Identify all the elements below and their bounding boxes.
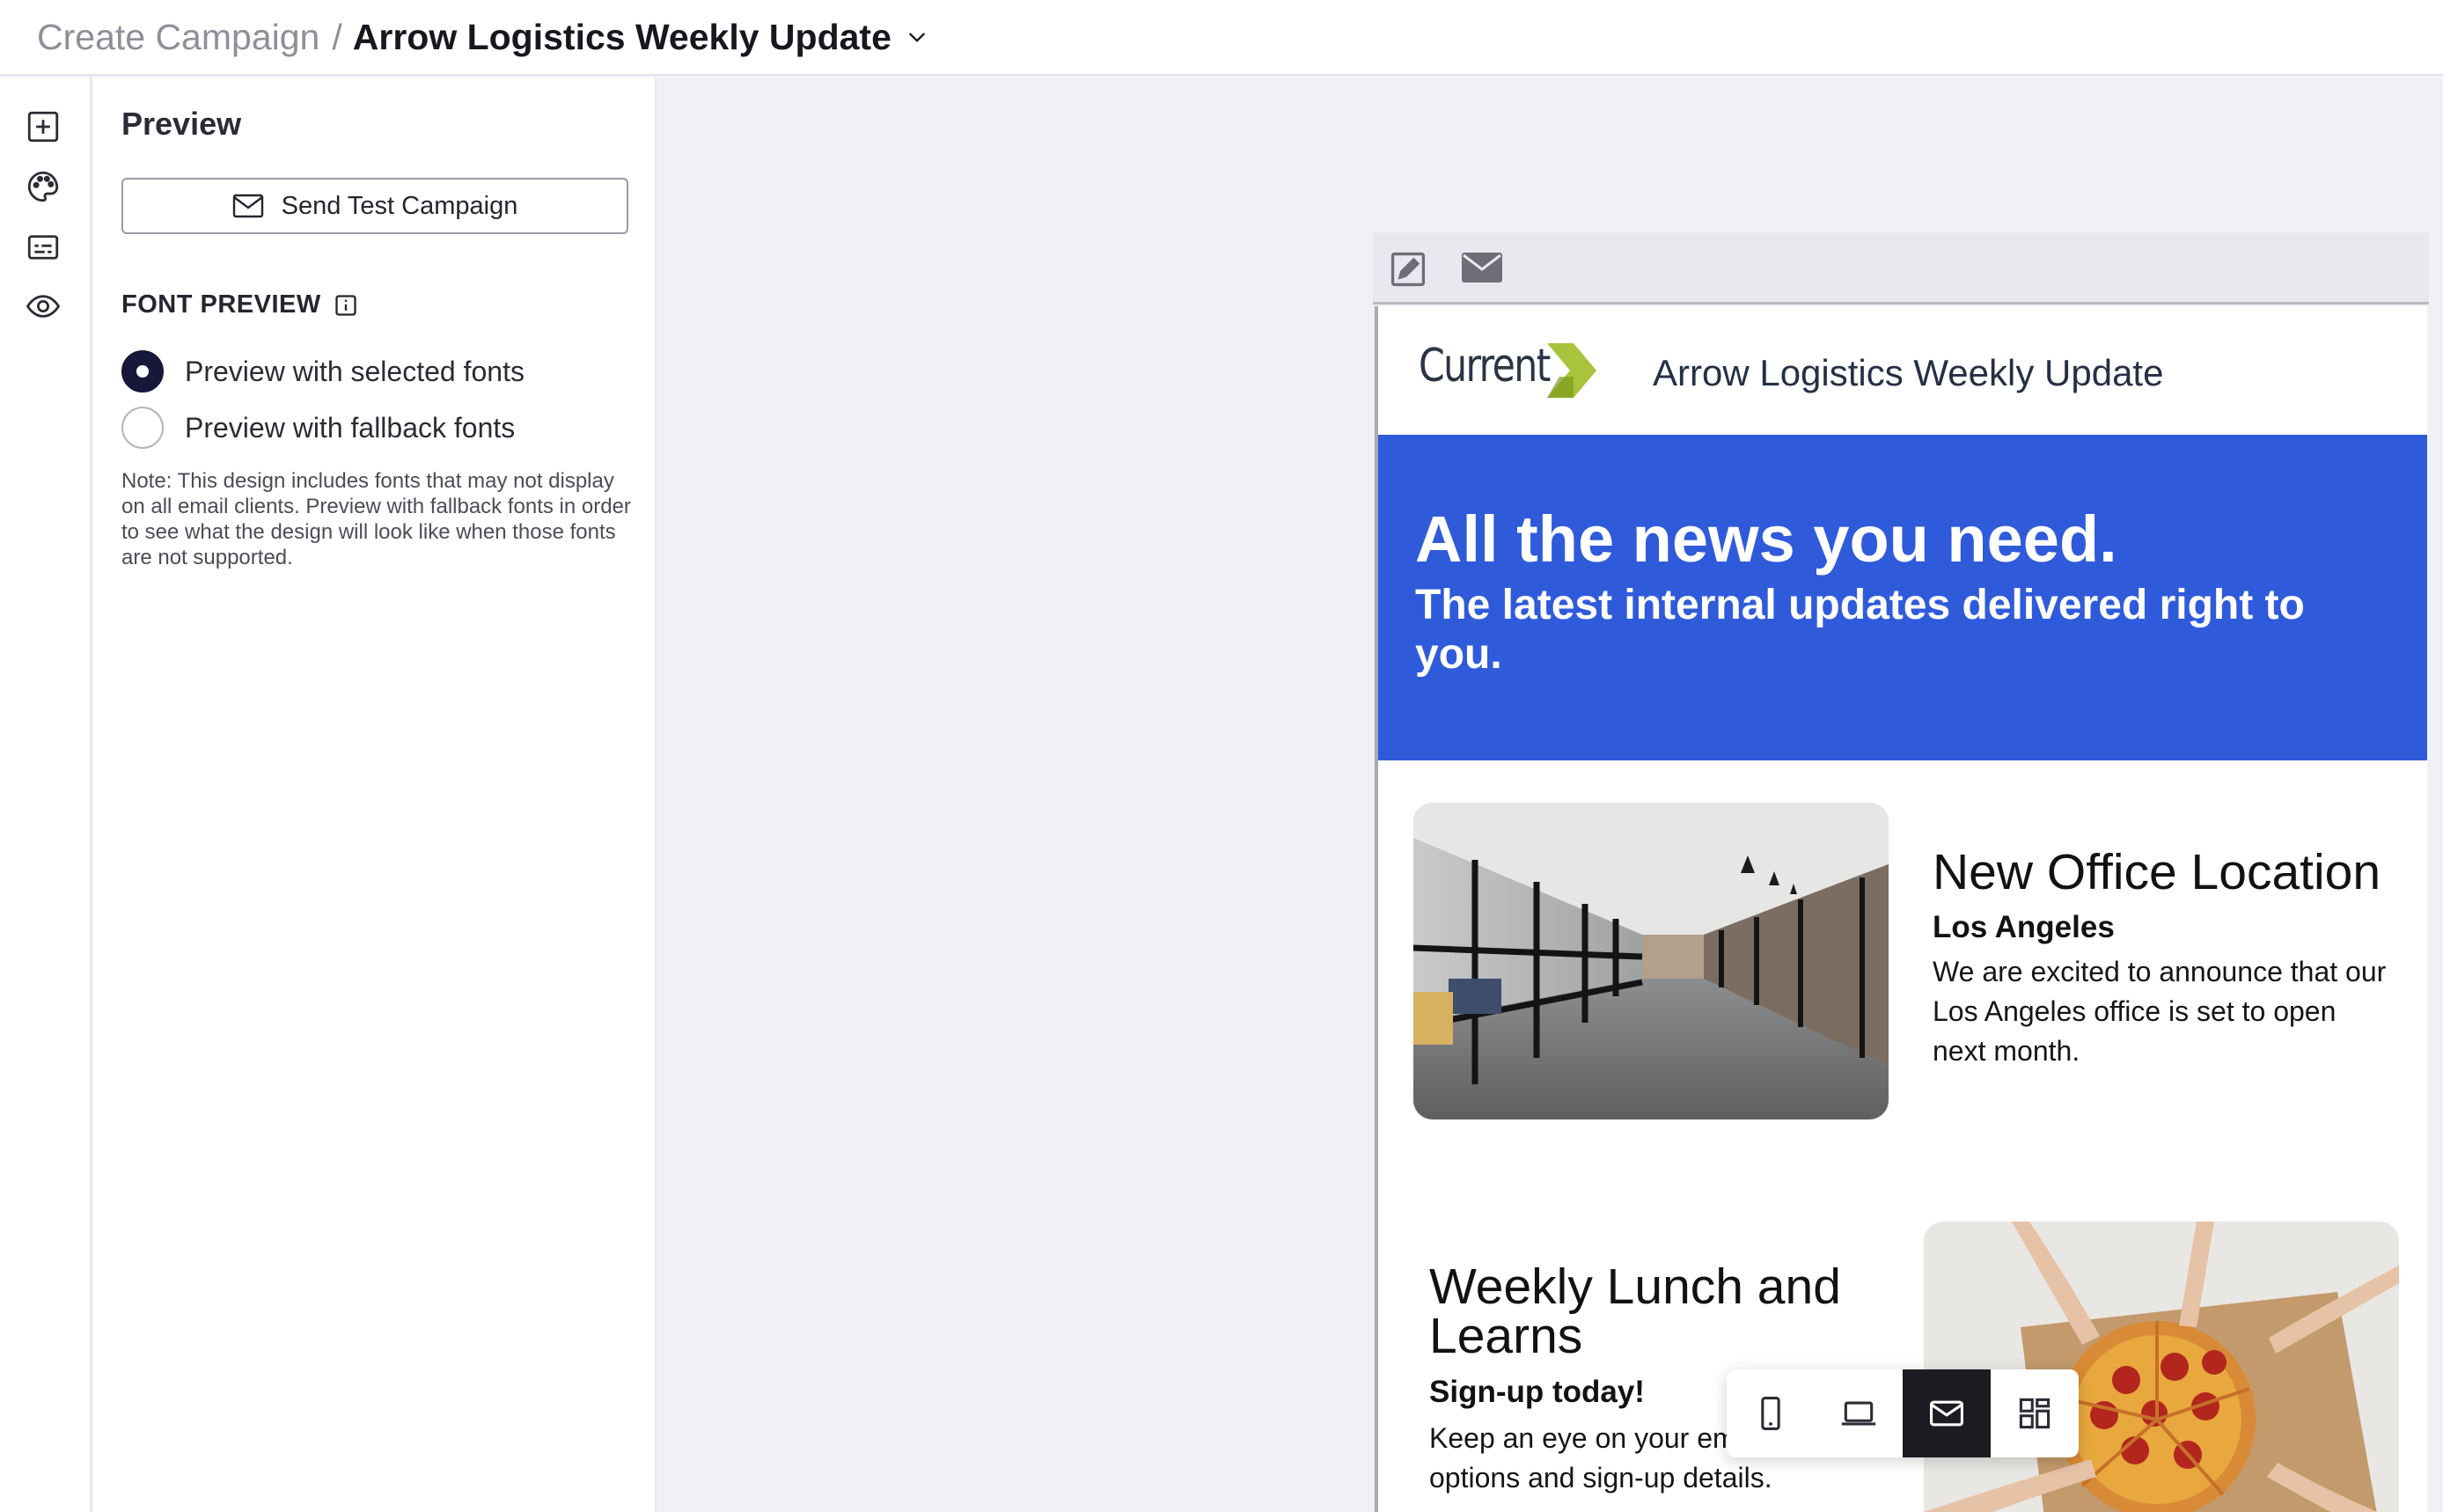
subtitles-icon xyxy=(27,235,59,260)
top-bar: Create Campaign / Arrow Logistics Weekly… xyxy=(0,0,2443,76)
tool-rail xyxy=(0,77,92,1512)
send-test-label: Send Test Campaign xyxy=(281,191,518,220)
info-icon[interactable] xyxy=(334,293,358,318)
eye-icon xyxy=(26,295,61,318)
font-preview-label: FONT PREVIEW xyxy=(121,290,321,319)
radio-fallback-fonts[interactable]: Preview with fallback fonts xyxy=(121,407,515,449)
add-block-icon xyxy=(27,111,59,143)
hero-subheading: The latest internal updates delivered ri… xyxy=(1415,582,2305,678)
palette-icon xyxy=(27,171,59,202)
add-block-button[interactable] xyxy=(23,106,63,147)
email-preview: Current Arrow Logistics Weekly Update Al… xyxy=(1375,306,2427,1512)
panel-title: Preview xyxy=(121,106,242,142)
article-subtitle: Los Angeles xyxy=(1933,910,2115,944)
grid-view-button[interactable] xyxy=(1991,1369,2079,1457)
hero-heading: All the news you need. xyxy=(1415,503,2117,576)
email-header: Current Arrow Logistics Weekly Update xyxy=(1378,306,2427,435)
envelope-icon xyxy=(1930,1400,1963,1427)
theme-button[interactable] xyxy=(23,166,63,207)
logo-text: Current xyxy=(1419,340,1551,393)
email-title: Arrow Logistics Weekly Update xyxy=(1653,352,2164,393)
font-note: Note: This design includes fonts that ma… xyxy=(121,469,631,569)
article-subtitle: Sign-up today! xyxy=(1429,1375,1645,1409)
hero-banner: All the news you need. The latest intern… xyxy=(1378,435,2427,760)
radio-label: Preview with selected fonts xyxy=(185,355,525,387)
email-preview-toolbar xyxy=(1373,232,2429,305)
content-button[interactable] xyxy=(23,227,63,268)
grid-icon xyxy=(2019,1398,2051,1429)
font-preview-heading: FONT PREVIEW xyxy=(121,290,358,319)
radio-button-unchecked[interactable] xyxy=(121,407,164,449)
article-body: We are excited to announce that our Los … xyxy=(1933,956,2387,1067)
mobile-view-button[interactable] xyxy=(1727,1369,1815,1457)
preview-button[interactable] xyxy=(23,286,63,327)
current-logo-icon xyxy=(1547,343,1596,398)
chevron-down-icon[interactable] xyxy=(906,26,928,48)
desktop-view-button[interactable] xyxy=(1815,1369,1903,1457)
campaign-title[interactable]: Arrow Logistics Weekly Update xyxy=(353,17,891,58)
article-title: Weekly Lunch and Learns xyxy=(1429,1259,1841,1364)
device-toggle xyxy=(1727,1369,2079,1457)
mobile-icon xyxy=(1761,1397,1780,1430)
laptop-icon xyxy=(1841,1401,1876,1426)
breadcrumb-parent[interactable]: Create Campaign xyxy=(37,17,319,58)
radio-selected-fonts[interactable]: Preview with selected fonts xyxy=(121,350,525,393)
radio-button-checked[interactable] xyxy=(121,350,164,393)
preview-panel: Preview Send Test Campaign FONT PREVIEW … xyxy=(93,77,657,1512)
radio-label: Preview with fallback fonts xyxy=(185,411,516,444)
envelope-icon xyxy=(232,194,263,218)
office-photo xyxy=(1413,803,1889,1119)
breadcrumb-separator: / xyxy=(332,16,342,57)
article-title: New Office Location xyxy=(1933,844,2381,900)
pizza-photo xyxy=(1924,1222,2399,1512)
send-test-campaign-button[interactable]: Send Test Campaign xyxy=(121,178,628,234)
edit-icon[interactable] xyxy=(1389,250,1427,289)
email-view-button[interactable] xyxy=(1903,1369,1991,1457)
mail-icon[interactable] xyxy=(1461,250,1503,285)
